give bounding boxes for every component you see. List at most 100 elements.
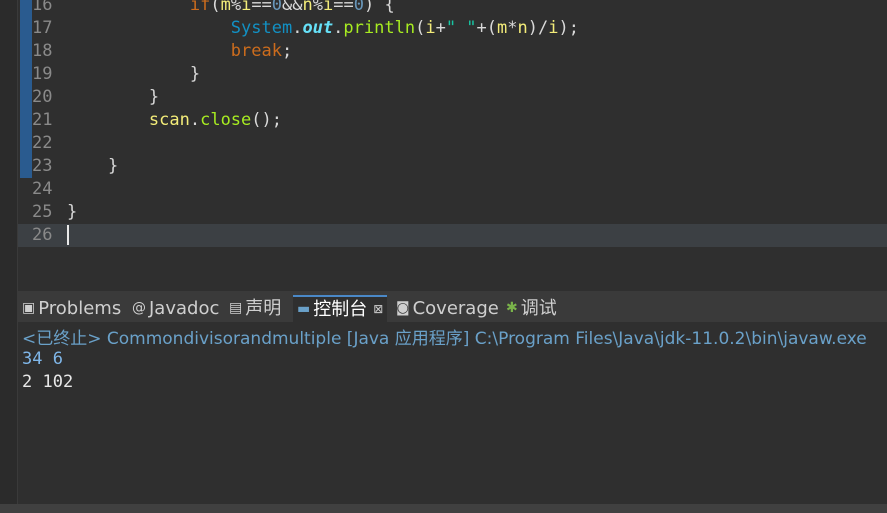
code-token: . xyxy=(333,18,344,38)
code-token: && xyxy=(282,0,303,15)
code-text: } xyxy=(67,201,77,224)
code-token: ( xyxy=(210,0,221,15)
code-text: scan.close(); xyxy=(67,109,282,132)
code-token: println xyxy=(343,18,416,38)
line-number: 20 xyxy=(32,87,53,107)
tab-declaration[interactable]: ▤ 声明 xyxy=(229,295,281,322)
console-icon: ▬ xyxy=(297,301,311,317)
code-token: i xyxy=(323,0,334,15)
line-number: 22 xyxy=(32,133,53,153)
tab-console[interactable]: ▬ 控制台 ⊠ xyxy=(293,295,388,322)
code-text: } xyxy=(67,86,159,109)
code-token: i xyxy=(548,18,559,38)
tab-coverage[interactable]: ◙ Coverage xyxy=(396,295,499,322)
code-editor[interactable]: 16 if(m%i==0&&n%i==0) {17 System.out.pri… xyxy=(18,0,887,291)
code-token: . xyxy=(292,18,303,38)
code-text: System.out.println(i+" "+(m*n)/i); xyxy=(67,17,579,40)
code-token: +( xyxy=(476,18,498,38)
coverage-icon: ◙ xyxy=(396,300,410,316)
code-line[interactable]: 22 xyxy=(18,132,887,155)
close-icon[interactable]: ⊠ xyxy=(373,297,383,322)
line-number: 18 xyxy=(32,41,53,61)
console-process-header: <已终止> Commondivisorandmultiple [Java 应用程… xyxy=(22,329,867,349)
code-token: scan xyxy=(148,110,190,130)
code-token: if xyxy=(189,0,211,15)
line-number: 26 xyxy=(32,225,53,245)
code-line[interactable]: 17 System.out.println(i+" "+(m*n)/i); xyxy=(18,17,887,40)
code-line[interactable]: 26 xyxy=(18,224,887,247)
tab-label: Coverage xyxy=(412,298,499,319)
code-text: } xyxy=(67,63,200,86)
code-line[interactable]: 20 } xyxy=(18,86,887,109)
code-token: )/ xyxy=(527,18,549,38)
view-tab-bar: ▣ Problems @ Javadoc ▤ 声明 ▬ 控制台 ⊠ ◙ Cove… xyxy=(18,295,887,322)
code-line[interactable]: 24 xyxy=(18,178,887,201)
code-token: n xyxy=(302,0,313,15)
code-token: close xyxy=(200,110,252,130)
console-output[interactable]: <已终止> Commondivisorandmultiple [Java 应用程… xyxy=(18,322,887,504)
code-text: if(m%i==0&&n%i==0) { xyxy=(67,0,395,17)
code-token: == xyxy=(333,0,354,15)
line-number: 16 xyxy=(32,0,53,15)
code-token: m xyxy=(497,18,508,38)
code-token: i xyxy=(425,18,436,38)
code-token: ; xyxy=(281,41,293,61)
code-token: (); xyxy=(251,110,282,130)
line-number: 23 xyxy=(32,156,53,176)
tab-label: 调试 xyxy=(520,298,557,319)
line-number: 24 xyxy=(32,179,53,199)
code-token: System xyxy=(230,18,293,38)
code-token: + xyxy=(435,18,446,38)
code-token: ); xyxy=(558,18,579,38)
code-token: } xyxy=(67,64,201,84)
problems-icon: ▣ xyxy=(22,300,36,316)
code-token: } xyxy=(67,156,119,176)
code-text: break; xyxy=(67,40,292,63)
debug-icon: ✱ xyxy=(506,300,518,316)
code-line[interactable]: 21 scan.close(); xyxy=(18,109,887,132)
text-cursor xyxy=(67,225,69,245)
line-number: 21 xyxy=(32,110,53,130)
code-token: % xyxy=(230,0,242,15)
code-line[interactable]: 16 if(m%i==0&&n%i==0) { xyxy=(18,0,887,17)
code-token: n xyxy=(517,18,528,38)
code-token: * xyxy=(507,18,518,38)
tab-label: 声明 xyxy=(245,298,282,319)
tab-debug[interactable]: ✱ 调试 xyxy=(506,295,557,322)
code-token: m xyxy=(220,0,231,15)
code-token: ( xyxy=(415,18,426,38)
code-token: 0 xyxy=(271,0,283,15)
code-token: % xyxy=(312,0,324,15)
code-token: i xyxy=(241,0,252,15)
line-number: 17 xyxy=(32,18,53,38)
code-token: . xyxy=(189,110,201,130)
tab-problems[interactable]: ▣ Problems xyxy=(22,295,121,322)
code-line[interactable]: 25} xyxy=(18,201,887,224)
code-token: " " xyxy=(445,18,477,38)
tab-label: 控制台 xyxy=(313,299,368,320)
code-line[interactable]: 19 } xyxy=(18,63,887,86)
line-number: 25 xyxy=(32,202,53,222)
left-window-strip xyxy=(0,0,18,513)
code-text: } xyxy=(67,155,118,178)
code-token: break xyxy=(230,41,282,61)
code-token: out xyxy=(302,18,334,38)
tab-label: Problems xyxy=(38,298,122,319)
status-bar xyxy=(0,504,887,513)
console-input-line: 34 6 xyxy=(22,349,63,369)
code-token: 0 xyxy=(353,0,365,15)
code-text xyxy=(67,224,69,247)
line-number: 19 xyxy=(32,64,53,84)
tab-javadoc[interactable]: @ Javadoc xyxy=(132,295,219,322)
code-token: } xyxy=(67,202,78,222)
code-token: ) { xyxy=(364,0,395,15)
javadoc-icon: @ xyxy=(132,300,146,316)
console-output-line: 2 102 xyxy=(22,372,74,392)
code-token: == xyxy=(251,0,272,15)
code-line[interactable]: 18 break; xyxy=(18,40,887,63)
code-line[interactable]: 23 } xyxy=(18,155,887,178)
